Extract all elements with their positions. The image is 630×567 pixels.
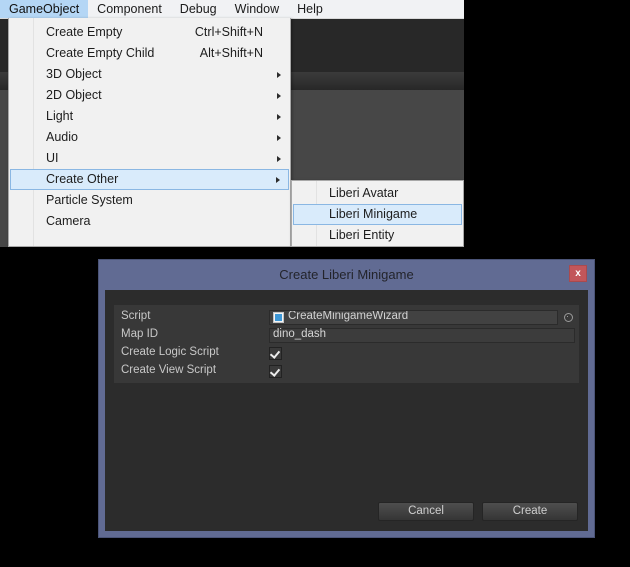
map-id-input-value: dino_dash (273, 328, 327, 341)
menu-bar: GameObject Component Debug Window Help (0, 0, 464, 19)
menu-item-label: 3D Object (46, 67, 102, 82)
menubar-item-window[interactable]: Window (226, 0, 288, 18)
map-id-input[interactable]: dino_dash (269, 327, 575, 343)
menu-item-label: UI (46, 151, 59, 166)
chevron-right-icon (277, 155, 281, 162)
field-row-map-id: Map ID dino_dash (114, 326, 579, 344)
submenu-item-liberi-minigame[interactable]: Liberi Minigame (293, 204, 462, 225)
submenu-item-liberi-entity[interactable]: Liberi Entity (293, 225, 462, 246)
menu-item-label: Liberi Avatar (329, 186, 399, 201)
close-icon-glyph: x (575, 267, 581, 279)
menu-item-label: Create Empty Child (46, 46, 155, 61)
create-other-submenu: Liberi Avatar Liberi Minigame Liberi Ent… (291, 180, 464, 247)
field-control-create-logic-script (269, 346, 575, 361)
menu-item-create-other[interactable]: Create Other (10, 169, 289, 190)
chevron-right-icon (276, 176, 280, 183)
cancel-button[interactable]: Cancel (378, 502, 474, 521)
field-control-create-view-script (269, 364, 575, 379)
menu-item-label: Light (46, 109, 74, 124)
field-control-script: CreateMinigameWizard (269, 309, 575, 325)
script-object-field[interactable]: CreateMinigameWizard (269, 309, 558, 325)
menu-item-light[interactable]: Light (10, 106, 289, 127)
menubar-item-debug[interactable]: Debug (171, 0, 226, 18)
create-button-label: Create (512, 504, 548, 517)
field-label-create-logic-script: Create Logic Script (121, 346, 219, 359)
menubar-item-label: Debug (179, 1, 217, 16)
chevron-right-icon (277, 71, 281, 78)
chevron-right-icon (277, 92, 281, 99)
dialog-titlebar[interactable]: Create Liberi Minigame x (99, 260, 594, 288)
wizard-form-panel: Script CreateMinigameWizard Map ID dino_… (114, 305, 579, 383)
field-label-create-view-script: Create View Script (121, 364, 217, 377)
menu-item-shortcut: Ctrl+Shift+N (194, 25, 263, 40)
field-row-create-logic-script: Create Logic Script (114, 344, 579, 362)
field-label-map-id: Map ID (121, 328, 159, 341)
menu-item-create-empty[interactable]: Create Empty Ctrl+Shift+N (10, 22, 289, 43)
chevron-right-icon (277, 113, 281, 120)
menu-item-audio[interactable]: Audio (10, 127, 289, 148)
menu-item-label: Liberi Entity (329, 228, 395, 243)
menubar-item-label: Help (297, 1, 323, 16)
menubar-item-component[interactable]: Component (88, 0, 171, 18)
dialog-footer: Cancel Create (378, 502, 578, 521)
object-picker-icon[interactable] (562, 311, 575, 324)
chevron-right-icon (277, 134, 281, 141)
create-liberi-minigame-dialog: Create Liberi Minigame x Script CreateMi… (98, 259, 595, 538)
gameobject-dropdown-menu: Create Empty Ctrl+Shift+N Create Empty C… (8, 18, 291, 247)
menu-item-3d-object[interactable]: 3D Object (10, 64, 289, 85)
menu-item-label: Particle System (46, 193, 133, 208)
cs-script-icon (273, 311, 284, 323)
create-view-script-checkbox[interactable] (269, 364, 282, 378)
menubar-item-label: Window (234, 1, 280, 16)
menu-item-ui[interactable]: UI (10, 148, 289, 169)
menu-item-label: Liberi Minigame (329, 207, 418, 222)
menu-item-create-empty-child[interactable]: Create Empty Child Alt+Shift+N (10, 43, 289, 64)
menu-item-camera[interactable]: Camera (10, 211, 289, 232)
cancel-button-label: Cancel (408, 504, 444, 517)
submenu-item-liberi-avatar[interactable]: Liberi Avatar (293, 183, 462, 204)
menu-item-shortcut: Alt+Shift+N (199, 46, 263, 61)
dialog-title: Create Liberi Minigame (279, 266, 414, 282)
menu-item-particle-system[interactable]: Particle System (10, 190, 289, 211)
create-button[interactable]: Create (482, 502, 578, 521)
menubar-item-help[interactable]: Help (288, 0, 332, 18)
dialog-body: Script CreateMinigameWizard Map ID dino_… (105, 290, 588, 531)
menubar-item-label: Component (97, 1, 162, 16)
field-control-map-id: dino_dash (269, 327, 575, 343)
field-label-script: Script (121, 310, 151, 323)
script-object-field-value: CreateMinigameWizard (288, 311, 409, 323)
create-logic-script-checkbox[interactable] (269, 346, 282, 360)
menu-item-label: Audio (46, 130, 78, 145)
close-icon[interactable]: x (569, 265, 587, 282)
menu-item-label: Camera (46, 214, 91, 229)
menu-item-2d-object[interactable]: 2D Object (10, 85, 289, 106)
menu-item-label: 2D Object (46, 88, 102, 103)
menu-item-label: Create Empty (46, 25, 123, 40)
field-row-script: Script CreateMinigameWizard (114, 308, 579, 326)
menu-item-label: Create Other (46, 172, 119, 187)
field-row-create-view-script: Create View Script (114, 362, 579, 380)
menubar-item-gameobject[interactable]: GameObject (0, 0, 89, 18)
menubar-item-label: GameObject (9, 1, 80, 16)
